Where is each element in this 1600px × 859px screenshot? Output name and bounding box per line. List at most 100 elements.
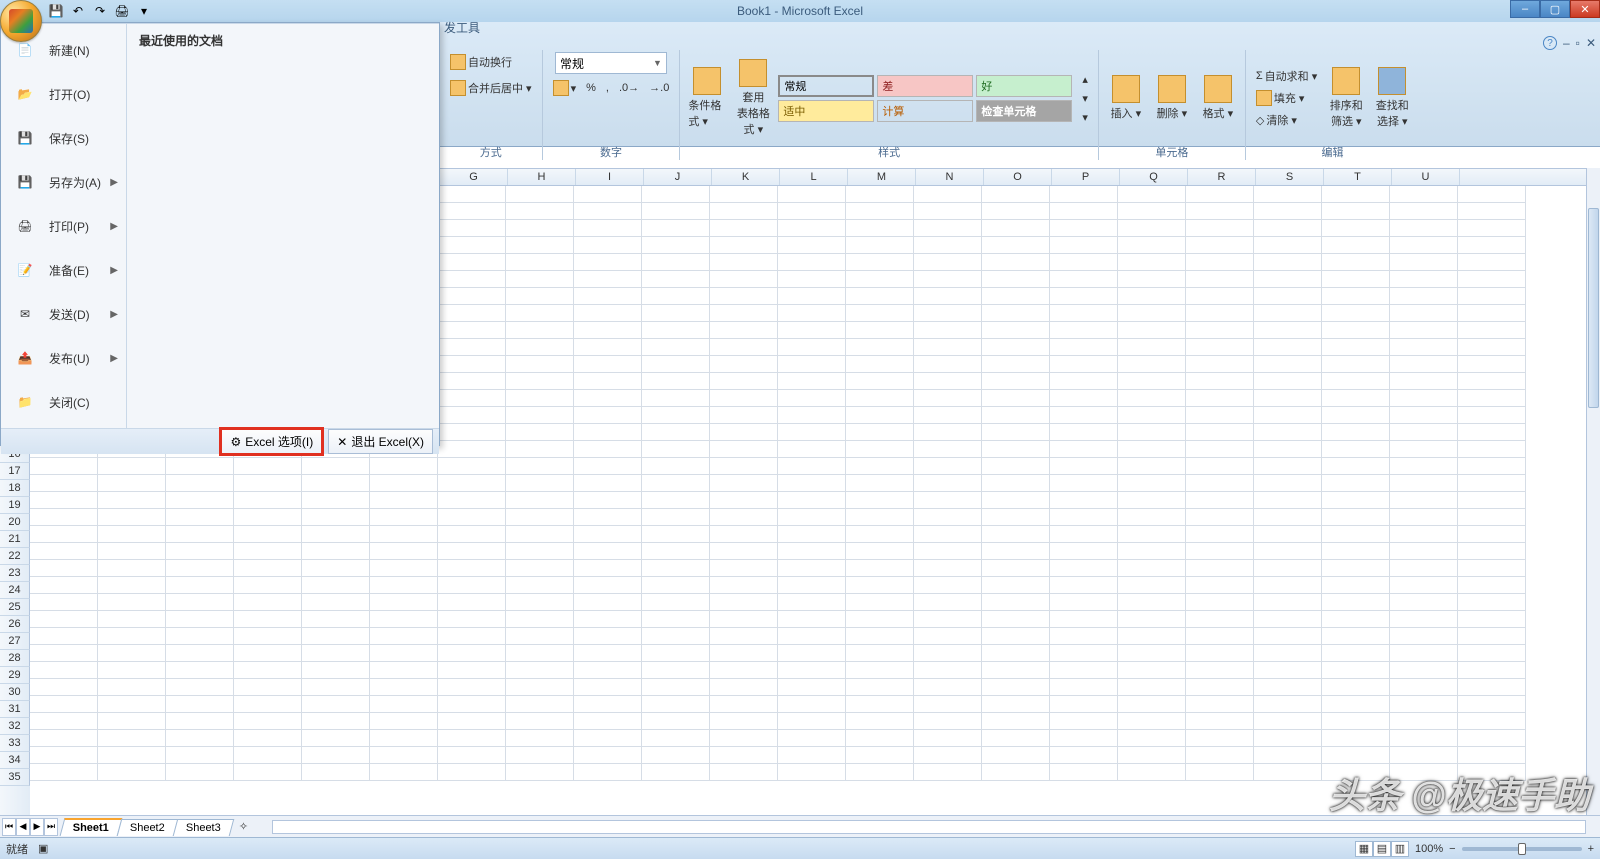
cell[interactable] bbox=[1050, 577, 1118, 594]
cell[interactable] bbox=[642, 254, 710, 271]
style-good[interactable]: 好 bbox=[976, 75, 1072, 97]
cell[interactable] bbox=[438, 305, 506, 322]
cell[interactable] bbox=[574, 390, 642, 407]
cell[interactable] bbox=[642, 424, 710, 441]
cell[interactable] bbox=[1322, 220, 1390, 237]
cell[interactable] bbox=[710, 611, 778, 628]
cell[interactable] bbox=[846, 645, 914, 662]
cell[interactable] bbox=[574, 662, 642, 679]
cell[interactable] bbox=[914, 322, 982, 339]
view-normal-button[interactable]: ▦ bbox=[1355, 841, 1373, 857]
cell[interactable] bbox=[1050, 305, 1118, 322]
cell[interactable] bbox=[982, 373, 1050, 390]
office-menu-item-close[interactable]: 📁关闭(C) bbox=[1, 380, 126, 424]
cell[interactable] bbox=[982, 577, 1050, 594]
cell[interactable] bbox=[1118, 356, 1186, 373]
cell[interactable] bbox=[778, 407, 846, 424]
style-more[interactable]: ▾ bbox=[1078, 109, 1092, 126]
cell[interactable] bbox=[642, 662, 710, 679]
cell[interactable] bbox=[1118, 594, 1186, 611]
cell[interactable] bbox=[914, 662, 982, 679]
cell[interactable] bbox=[1050, 611, 1118, 628]
cell[interactable] bbox=[166, 492, 234, 509]
col-header-T[interactable]: T bbox=[1324, 169, 1392, 185]
col-header-N[interactable]: N bbox=[916, 169, 984, 185]
cell[interactable] bbox=[1322, 458, 1390, 475]
cell[interactable] bbox=[1254, 594, 1322, 611]
cell[interactable] bbox=[1254, 441, 1322, 458]
cell[interactable] bbox=[778, 577, 846, 594]
cell[interactable] bbox=[914, 492, 982, 509]
cell[interactable] bbox=[1050, 237, 1118, 254]
cell[interactable] bbox=[778, 628, 846, 645]
cell[interactable] bbox=[1322, 713, 1390, 730]
cell[interactable] bbox=[574, 628, 642, 645]
cell[interactable] bbox=[234, 628, 302, 645]
cell[interactable] bbox=[506, 475, 574, 492]
cell[interactable] bbox=[1390, 203, 1458, 220]
cell[interactable] bbox=[778, 254, 846, 271]
cell[interactable] bbox=[1254, 356, 1322, 373]
cell[interactable] bbox=[778, 543, 846, 560]
cell[interactable] bbox=[506, 220, 574, 237]
cell[interactable] bbox=[914, 339, 982, 356]
style-check[interactable]: 检查单元格 bbox=[976, 100, 1072, 122]
cell[interactable] bbox=[1322, 203, 1390, 220]
cell[interactable] bbox=[642, 730, 710, 747]
cell[interactable] bbox=[506, 679, 574, 696]
cell[interactable] bbox=[1458, 764, 1526, 781]
cell[interactable] bbox=[1254, 237, 1322, 254]
cell[interactable] bbox=[98, 679, 166, 696]
cell[interactable] bbox=[1050, 390, 1118, 407]
cell[interactable] bbox=[234, 679, 302, 696]
merge-center-button[interactable]: 合并后居中 ▾ bbox=[446, 78, 536, 98]
cell[interactable] bbox=[574, 645, 642, 662]
cell[interactable] bbox=[506, 594, 574, 611]
cell[interactable] bbox=[370, 679, 438, 696]
cell[interactable] bbox=[710, 203, 778, 220]
cell[interactable] bbox=[302, 543, 370, 560]
cell[interactable] bbox=[1254, 492, 1322, 509]
cell[interactable] bbox=[642, 679, 710, 696]
cell[interactable] bbox=[1050, 288, 1118, 305]
cell[interactable] bbox=[982, 407, 1050, 424]
cell[interactable] bbox=[302, 492, 370, 509]
style-scroll-up[interactable]: ▴ bbox=[1078, 71, 1092, 88]
cell[interactable] bbox=[1118, 407, 1186, 424]
cell[interactable] bbox=[574, 339, 642, 356]
cell[interactable] bbox=[234, 696, 302, 713]
cell[interactable] bbox=[1186, 645, 1254, 662]
cell[interactable] bbox=[1186, 373, 1254, 390]
close-button[interactable]: ✕ bbox=[1570, 0, 1600, 18]
cell[interactable] bbox=[1050, 594, 1118, 611]
cell[interactable] bbox=[778, 594, 846, 611]
cell[interactable] bbox=[710, 254, 778, 271]
cell[interactable] bbox=[506, 577, 574, 594]
cell[interactable] bbox=[1186, 577, 1254, 594]
cell[interactable] bbox=[642, 492, 710, 509]
cell[interactable] bbox=[30, 526, 98, 543]
exit-excel-button[interactable]: ✕退出 Excel(X) bbox=[328, 429, 433, 454]
cell[interactable] bbox=[1458, 492, 1526, 509]
cell[interactable] bbox=[234, 560, 302, 577]
cell[interactable] bbox=[846, 543, 914, 560]
cell[interactable] bbox=[1322, 356, 1390, 373]
cell[interactable] bbox=[1186, 390, 1254, 407]
cell[interactable] bbox=[710, 492, 778, 509]
cell[interactable] bbox=[710, 475, 778, 492]
cell[interactable] bbox=[1050, 662, 1118, 679]
cell[interactable] bbox=[438, 237, 506, 254]
cell[interactable] bbox=[1458, 305, 1526, 322]
cell[interactable] bbox=[166, 662, 234, 679]
cell[interactable] bbox=[1458, 526, 1526, 543]
cell[interactable] bbox=[166, 577, 234, 594]
cell[interactable] bbox=[1322, 764, 1390, 781]
cell[interactable] bbox=[982, 390, 1050, 407]
cell[interactable] bbox=[1186, 713, 1254, 730]
cell[interactable] bbox=[982, 186, 1050, 203]
cell[interactable] bbox=[1118, 441, 1186, 458]
cell[interactable] bbox=[846, 458, 914, 475]
cell[interactable] bbox=[846, 594, 914, 611]
cell[interactable] bbox=[506, 611, 574, 628]
cell[interactable] bbox=[710, 373, 778, 390]
